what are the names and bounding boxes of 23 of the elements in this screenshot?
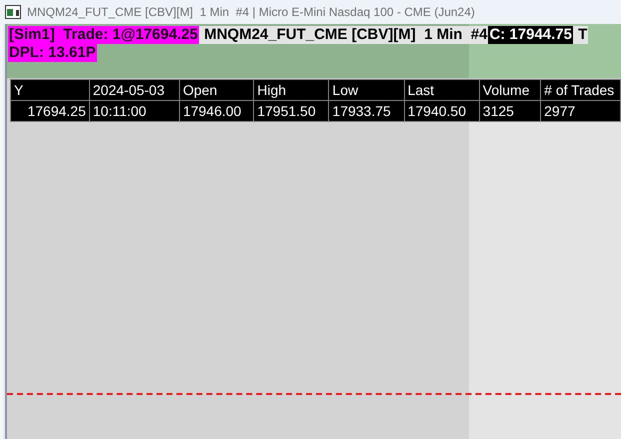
header-label: [Sim1] Trade: 1@17694.25 <box>8 26 199 44</box>
column-header: # of Trades <box>540 80 620 100</box>
table-cell: 17694.25 <box>10 100 90 122</box>
table-cell: 17933.75 <box>328 100 404 122</box>
window-icon <box>5 5 21 19</box>
header-label: T <box>573 26 588 44</box>
column-header: Y <box>10 80 90 100</box>
column-header: Open <box>179 80 254 100</box>
table-cell: 2977 <box>540 100 620 122</box>
column-header: Low <box>328 80 404 100</box>
table-cell: 3125 <box>479 100 541 122</box>
column-header: 2024-05-03 <box>89 80 180 100</box>
table-cell: 17940.50 <box>404 100 480 122</box>
header-label: C: 17944.75 <box>488 26 573 44</box>
header-label: MNQM24_FUT_CME [CBV][M] 1 Min #4 <box>198 26 488 44</box>
window-title: MNQM24_FUT_CME [CBV][M] 1 Min #4 | Micro E-Mini Nasdaq 100 - CME (Jun24) <box>27 4 475 21</box>
table-cell: 17946.00 <box>179 100 254 122</box>
header-label: DPL: 13.61P <box>8 44 97 62</box>
table-cell: 10:11:00 <box>89 100 180 122</box>
column-header: High <box>254 80 329 100</box>
table-cell: 17951.50 <box>254 100 329 122</box>
column-header: Volume <box>479 80 541 100</box>
column-header: Last <box>404 80 480 100</box>
